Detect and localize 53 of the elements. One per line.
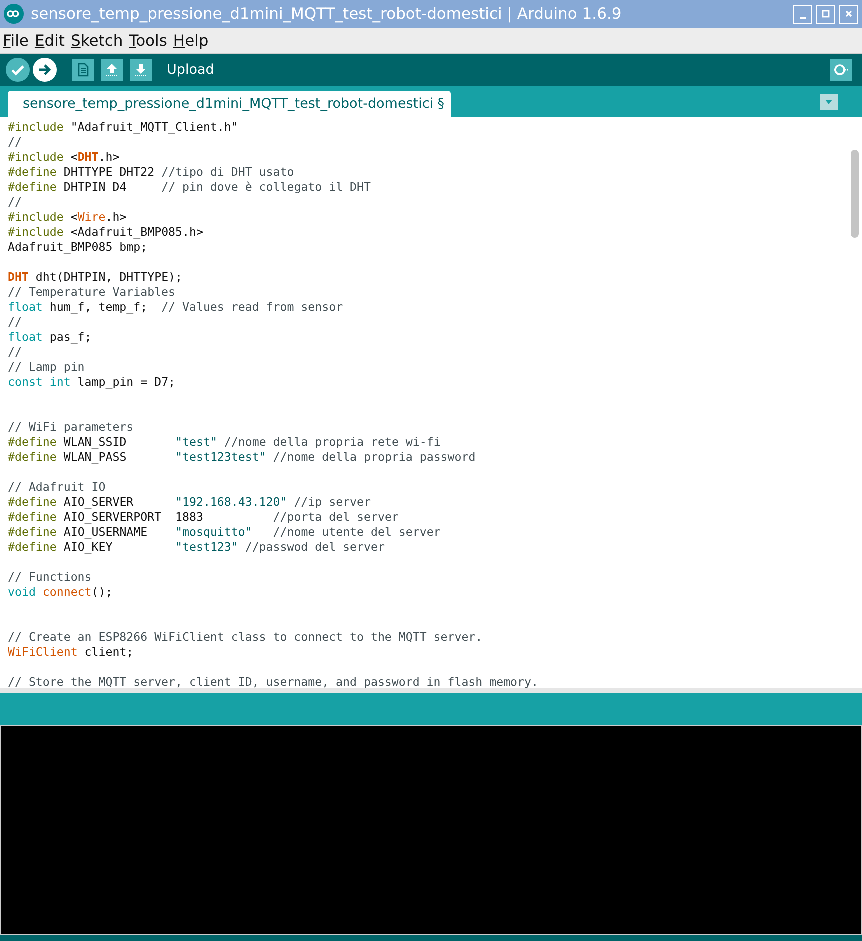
code-line: // Adafruit IO [8, 480, 107, 495]
code-line: // [8, 135, 23, 150]
menu-item[interactable]: Edit [34, 32, 65, 50]
code-line: // Lamp pin [8, 360, 86, 375]
open-button[interactable] [101, 59, 123, 81]
caret-icon [824, 97, 834, 107]
code-line: #define AIO_SERVERPORT 1883 //porta del server [8, 510, 400, 525]
code-line: float pas_f; [8, 330, 93, 345]
close-icon [844, 9, 854, 19]
splitter-handle[interactable] [0, 688, 862, 693]
code-line: // Functions [8, 570, 93, 585]
code-line: float hum_f, temp_f; // Values read from sensor [8, 300, 344, 315]
maximize-icon [820, 9, 830, 19]
verify-button[interactable] [6, 58, 30, 82]
code-line: WiFiClient client; [8, 645, 135, 660]
code-line: // Temperature Variables [8, 285, 177, 300]
code-line: #include "Adafruit_MQTT_Client.h" [8, 120, 240, 135]
toolbar-label: Upload [167, 62, 216, 78]
minimize-icon [800, 16, 806, 18]
window-title: sensore_temp_pressione_d1mini_MQTT_test_robot-domestici | Arduino 1.6.9 [31, 5, 623, 23]
save-button[interactable] [130, 59, 152, 81]
code-line: #define AIO_SERVER "192.168.43.120" //ip server [8, 495, 372, 510]
code-line: #include <Adafruit_BMP085.h> [8, 225, 204, 240]
infinity-logo-icon [4, 4, 24, 24]
code-line: Adafruit_BMP085 bmp; [8, 240, 149, 255]
code-line: #define DHTPIN D4 // pin dove è collegato il DHT [8, 180, 372, 195]
code-line: const int lamp_pin = D7; [8, 375, 177, 390]
code-line: // WiFi parameters [8, 420, 135, 435]
code-line: #define DHTTYPE DHT22 //tipo di DHT usato [8, 165, 296, 180]
menu-item[interactable]: Sketch [70, 32, 124, 50]
code-line: void connect(); [8, 585, 114, 600]
code-line: #include <Wire.h> [8, 210, 128, 225]
new-button[interactable] [72, 59, 94, 81]
tab-menu-button[interactable] [820, 94, 838, 110]
minimize-button[interactable] [793, 4, 812, 24]
code-line: #include <DHT.h> [8, 150, 121, 165]
code-line: #define WLAN_SSID "test" //nome della propria rete wi-fi [8, 435, 442, 450]
code-line: #define WLAN_PASS "test123test" //nome della propria password [8, 450, 477, 465]
code-line: // [8, 195, 23, 210]
menu-item[interactable]: Tools [129, 32, 168, 50]
close-button[interactable] [839, 4, 858, 24]
code-line: // Create an ESP8266 WiFiClient class to connect to the MQTT server. [8, 630, 484, 645]
code-line: #define AIO_KEY "test123" //passwod del server [8, 540, 386, 555]
maximize-button[interactable] [816, 4, 835, 24]
upload-button[interactable] [33, 58, 57, 82]
code-line: // [8, 315, 23, 330]
code-line: DHT dht(DHTPIN, DHTTYPE); [8, 270, 184, 285]
menu-item[interactable]: File [3, 32, 29, 50]
menu-item[interactable]: Help [173, 32, 209, 50]
code-line: // [8, 345, 23, 360]
code-line: #define AIO_USERNAME "mosquitto" //nome utente del server [8, 525, 442, 540]
serial-monitor-button[interactable] [830, 59, 852, 81]
file-tab[interactable]: sensore_temp_pressione_d1mini_MQTT_test_robot-domestici § [8, 91, 451, 117]
